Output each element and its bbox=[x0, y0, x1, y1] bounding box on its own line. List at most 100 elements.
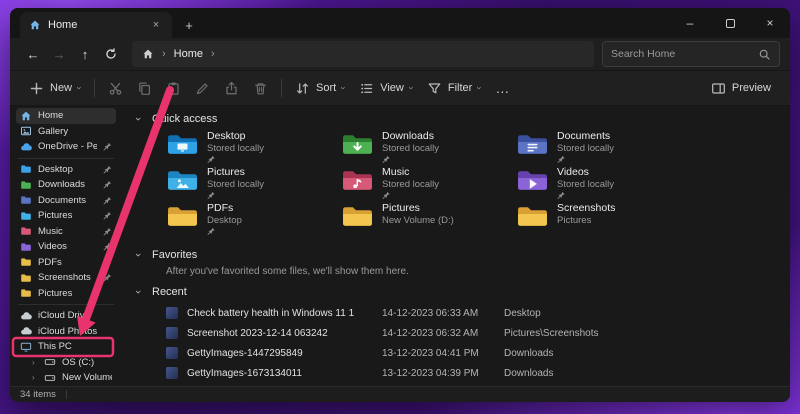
downloads-folder-icon bbox=[20, 179, 32, 191]
sidebar-item-desktop[interactable]: Desktop bbox=[16, 162, 116, 178]
sidebar-item-music[interactable]: Music bbox=[16, 224, 116, 240]
forward-button[interactable]: → bbox=[46, 42, 72, 66]
sidebar-item-icloud-photos[interactable]: iCloud Photos bbox=[16, 324, 116, 340]
sidebar-item-label: Pictures bbox=[38, 288, 112, 299]
folder-name: Pictures bbox=[207, 166, 264, 179]
quick-access-grid: Desktop Stored locally Downloads Stored … bbox=[166, 130, 784, 238]
chevron-down-icon: › bbox=[339, 87, 349, 90]
tile-text: Pictures New Volume (D:) bbox=[382, 202, 454, 226]
sidebar-item-gallery[interactable]: Gallery bbox=[16, 124, 116, 140]
sidebar-item-downloads[interactable]: Downloads bbox=[16, 177, 116, 193]
share-button[interactable] bbox=[217, 75, 246, 101]
folder-icon bbox=[516, 202, 549, 229]
folder-icon bbox=[166, 202, 199, 229]
pin-icon bbox=[103, 258, 112, 267]
preview-label: Preview bbox=[732, 82, 771, 94]
rename-button[interactable] bbox=[188, 75, 217, 101]
file-name: GettyImages-1447295849 bbox=[187, 348, 382, 359]
quick-access-header[interactable]: › Quick access bbox=[133, 110, 784, 128]
sidebar-item-documents[interactable]: Documents bbox=[16, 193, 116, 209]
sidebar-item-home[interactable]: Home bbox=[16, 108, 116, 124]
file-name: Screenshot 2023-12-14 063242 bbox=[187, 328, 382, 339]
recent-header[interactable]: › Recent bbox=[133, 283, 784, 301]
more-options-button[interactable]: … bbox=[488, 75, 517, 101]
back-button[interactable]: ← bbox=[20, 42, 46, 66]
music-folder-icon bbox=[20, 225, 32, 237]
favorites-header[interactable]: › Favorites bbox=[133, 246, 784, 264]
folder-subtitle: Stored locally bbox=[557, 179, 614, 191]
file-explorer-window: Home × + – × ← → ↑ › Home › New › bbox=[10, 8, 790, 402]
recent-file-row[interactable]: GettyImages-1447295849 13-12-2023 04:41 … bbox=[166, 343, 784, 363]
home-icon bbox=[29, 19, 41, 31]
tile-videos[interactable]: Videos Stored locally bbox=[516, 166, 691, 202]
item-count: 34 items bbox=[20, 389, 56, 400]
sort-button[interactable]: Sort › bbox=[288, 75, 352, 101]
new-button[interactable]: New › bbox=[22, 75, 88, 101]
recent-file-row[interactable]: Screenshot 2023-12-14 063242 14-12-2023 … bbox=[166, 323, 784, 343]
desktop-background: { "icons": { "back": "←", "forward": "→"… bbox=[0, 0, 800, 414]
file-date: 14-12-2023 06:32 AM bbox=[382, 328, 504, 339]
pin-icon bbox=[557, 191, 566, 200]
close-button[interactable]: × bbox=[750, 8, 790, 38]
up-button[interactable]: ↑ bbox=[72, 42, 98, 66]
tile-screenshots[interactable]: Screenshots Pictures bbox=[516, 202, 691, 238]
navigation-pane: Home Gallery OneDrive - Personal Desktop… bbox=[10, 106, 120, 386]
tile-pictures-d[interactable]: Pictures New Volume (D:) bbox=[341, 202, 516, 238]
sidebar-item-os-c[interactable]: › OS (C:) bbox=[16, 355, 116, 371]
tile-desktop[interactable]: Desktop Stored locally bbox=[166, 130, 341, 166]
sidebar-item-screenshots[interactable]: Screenshots bbox=[16, 270, 116, 286]
minimize-button[interactable]: – bbox=[670, 8, 710, 38]
sidebar-item-this-pc[interactable]: This PC bbox=[16, 339, 116, 355]
sidebar-item-pictures[interactable]: Pictures bbox=[16, 208, 116, 224]
sidebar-item-label: Documents bbox=[38, 195, 97, 206]
pin-icon bbox=[103, 196, 112, 205]
new-tab-button[interactable]: + bbox=[180, 18, 198, 33]
videos-folder-icon bbox=[516, 166, 549, 193]
sidebar-item-onedrive[interactable]: OneDrive - Personal bbox=[16, 139, 116, 155]
tile-downloads[interactable]: Downloads Stored locally bbox=[341, 130, 516, 166]
copy-button[interactable] bbox=[130, 75, 159, 101]
sidebar-item-videos[interactable]: Videos bbox=[16, 239, 116, 255]
preview-button[interactable]: Preview bbox=[704, 75, 778, 101]
chevron-right-icon: › bbox=[162, 48, 166, 60]
sidebar-item-label: Pictures bbox=[38, 210, 97, 221]
sort-arrows-icon bbox=[295, 81, 310, 96]
recent-file-row[interactable]: GettyImages-1673134011 13-12-2023 04:39 … bbox=[166, 363, 784, 383]
drive-icon bbox=[44, 372, 56, 384]
tab-close-button[interactable]: × bbox=[149, 19, 163, 31]
tile-music[interactable]: Music Stored locally bbox=[341, 166, 516, 202]
preview-pane-icon bbox=[711, 81, 726, 96]
tab-home[interactable]: Home × bbox=[20, 12, 172, 38]
main-panel: › Quick access Desktop Stored locally bbox=[120, 106, 790, 386]
sidebar-item-new-volume-d[interactable]: › New Volume (D:) bbox=[16, 370, 116, 386]
breadcrumb-home[interactable]: Home bbox=[174, 48, 203, 60]
tile-pictures[interactable]: Pictures Stored locally bbox=[166, 166, 341, 202]
chevron-down-icon: › bbox=[132, 250, 144, 260]
tile-text: Screenshots Pictures bbox=[557, 202, 615, 226]
cut-button[interactable] bbox=[101, 75, 130, 101]
sidebar-item-icloud-drive[interactable]: iCloud Drive bbox=[16, 308, 116, 324]
funnel-icon bbox=[427, 81, 442, 96]
search-input[interactable] bbox=[611, 48, 752, 60]
sidebar-item-pdfs[interactable]: PDFs bbox=[16, 255, 116, 271]
recent-file-row[interactable]: Check battery health in Windows 11 1 14-… bbox=[166, 303, 784, 323]
sidebar-item-pictures-2[interactable]: Pictures bbox=[16, 286, 116, 302]
clipboard-icon bbox=[166, 81, 181, 96]
view-button[interactable]: View › bbox=[352, 75, 420, 101]
tile-pdfs[interactable]: PDFs Desktop bbox=[166, 202, 341, 238]
folder-subtitle: Desktop bbox=[207, 215, 242, 227]
maximize-button[interactable] bbox=[710, 8, 750, 38]
scissors-icon bbox=[108, 81, 123, 96]
filter-button[interactable]: Filter › bbox=[420, 75, 488, 101]
downloads-folder-icon bbox=[341, 130, 374, 157]
tile-documents[interactable]: Documents Stored locally bbox=[516, 130, 691, 166]
breadcrumb-bar[interactable]: › Home › bbox=[132, 41, 594, 67]
folder-name: Desktop bbox=[207, 130, 264, 143]
pin-icon bbox=[103, 211, 112, 220]
pin-icon bbox=[103, 142, 112, 151]
delete-button[interactable] bbox=[246, 75, 275, 101]
sidebar-separator bbox=[18, 304, 114, 305]
pin-icon bbox=[103, 242, 112, 251]
refresh-button[interactable] bbox=[98, 42, 124, 66]
paste-button[interactable] bbox=[159, 75, 188, 101]
